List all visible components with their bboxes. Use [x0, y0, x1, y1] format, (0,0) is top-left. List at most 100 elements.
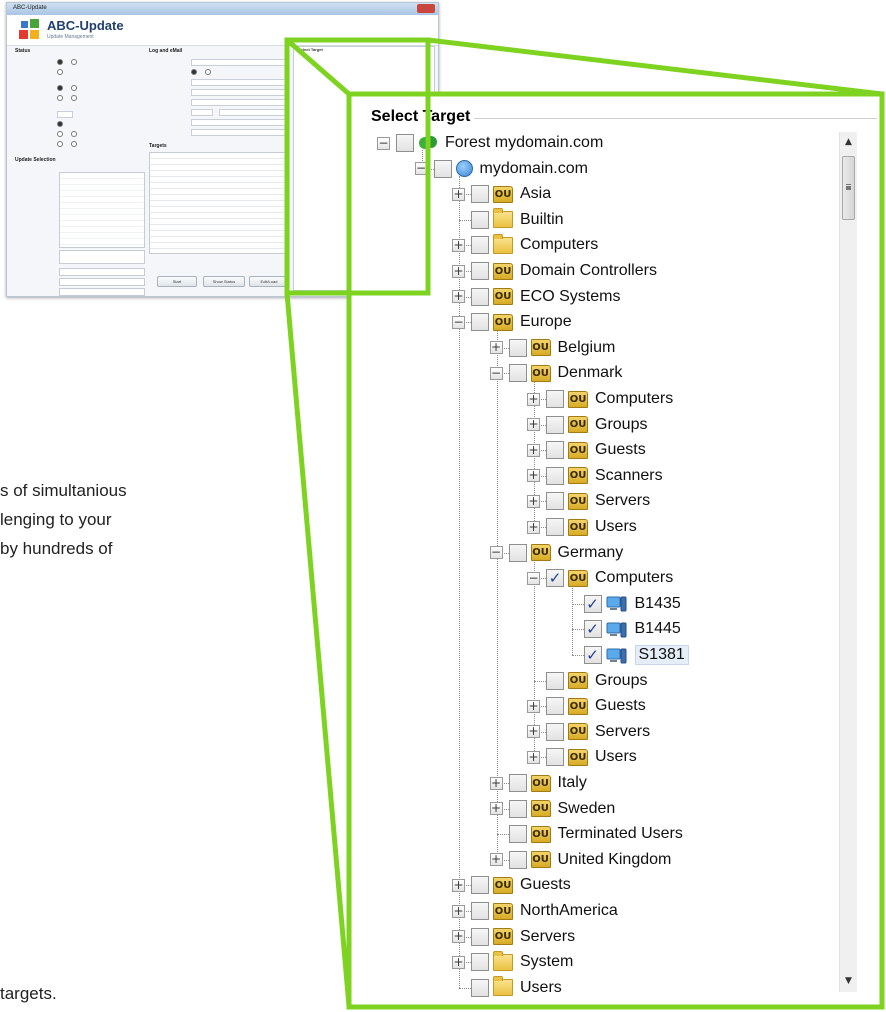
tree-node[interactable]: + OU Servers [527, 719, 650, 745]
expand-icon[interactable]: + [527, 494, 540, 508]
tree-node[interactable]: − Forest mydomain.com [377, 130, 603, 156]
tree-node-checkbox[interactable]: ✓ [546, 569, 564, 588]
expand-icon[interactable]: + [527, 418, 540, 432]
log-row[interactable] [149, 127, 289, 137]
tree-node-checkbox[interactable] [471, 978, 489, 997]
tree-scrollbar[interactable]: ▲ ▼ [839, 132, 857, 992]
expand-icon[interactable]: + [527, 392, 540, 406]
expand-icon[interactable]: + [527, 520, 540, 534]
collapse-icon[interactable]: − [414, 162, 428, 176]
expand-icon[interactable]: + [452, 878, 465, 892]
tree-node-checkbox[interactable] [471, 953, 489, 972]
tree-node[interactable]: − ✓ OU Computers [527, 565, 673, 591]
tree-node-checkbox[interactable] [508, 543, 527, 562]
categories-listbox[interactable] [59, 172, 145, 248]
tree-node[interactable]: OU Groups [527, 668, 647, 694]
tree-node[interactable]: Builtin [452, 207, 564, 233]
log-row[interactable] [149, 67, 289, 77]
tree-node[interactable]: + System [452, 949, 573, 975]
show-status-button[interactable]: Show Status [203, 276, 245, 287]
tree-node[interactable]: + OU Groups [527, 412, 647, 438]
expand-icon[interactable]: + [527, 725, 540, 739]
tree-node-checkbox[interactable] [471, 927, 489, 946]
tree-node-checkbox[interactable] [508, 774, 527, 792]
option-row[interactable] [15, 109, 145, 119]
tree-node-checkbox[interactable] [546, 697, 564, 716]
scroll-up-arrow-icon[interactable]: ▲ [840, 134, 857, 151]
tree-node-checkbox[interactable] [508, 338, 527, 357]
option-row[interactable] [15, 57, 145, 67]
tree-node-checkbox[interactable] [508, 799, 527, 818]
tree-node[interactable]: + OU Scanners [527, 463, 663, 489]
log-row[interactable] [149, 107, 289, 117]
option-row[interactable] [15, 139, 145, 149]
tree-node-checkbox[interactable] [471, 210, 489, 229]
expand-icon[interactable]: + [489, 853, 503, 867]
expand-icon[interactable]: + [452, 187, 465, 201]
tree-node[interactable]: − OU Europe [452, 309, 572, 335]
scroll-down-arrow-icon[interactable]: ▼ [840, 973, 857, 990]
expand-icon[interactable]: + [452, 264, 465, 278]
tree-node-checkbox[interactable] [508, 364, 527, 383]
log-row[interactable] [149, 87, 289, 97]
tree-node-checkbox[interactable] [433, 159, 452, 178]
expand-icon[interactable]: + [527, 750, 540, 764]
close-icon[interactable] [417, 4, 435, 13]
option-row[interactable] [15, 119, 145, 129]
option-row[interactable] [15, 129, 145, 139]
tree-node-checkbox[interactable] [508, 825, 527, 844]
target-tree[interactable]: − Forest mydomain.com − mydomain.com + OU Asia… [349, 94, 839, 1006]
tree-node-checkbox[interactable] [546, 466, 564, 485]
tree-node[interactable]: + OU United Kingdom [489, 847, 671, 873]
tree-node-checkbox[interactable] [471, 185, 489, 204]
tree-node-checkbox[interactable] [546, 415, 564, 434]
tree-node-checkbox[interactable] [471, 262, 489, 280]
expand-icon[interactable]: + [452, 238, 465, 252]
expand-icon[interactable]: + [489, 341, 503, 355]
option-row[interactable] [15, 83, 145, 93]
tree-node[interactable]: + OU Computers [527, 386, 673, 412]
tree-node-checkbox[interactable] [471, 876, 489, 895]
expand-icon[interactable]: + [527, 699, 540, 713]
expand-icon[interactable]: + [527, 469, 540, 483]
tree-node[interactable]: + OU Users [527, 744, 637, 770]
tree-node[interactable]: + OU Guests [527, 693, 646, 719]
expand-icon[interactable]: + [527, 443, 540, 457]
tree-node[interactable]: + OU Sweden [489, 796, 615, 822]
kb-field[interactable] [59, 268, 145, 276]
collapse-icon[interactable]: − [527, 571, 540, 585]
tree-node[interactable]: + OU Users [527, 514, 637, 540]
tree-node-checkbox[interactable] [546, 518, 564, 536]
update-class-listbox[interactable] [59, 250, 145, 264]
tree-node-checkbox[interactable] [546, 671, 564, 690]
log-row[interactable] [149, 117, 289, 127]
collapse-icon[interactable]: − [489, 546, 503, 560]
tree-node-checkbox[interactable] [546, 722, 564, 741]
tree-node-checkbox[interactable] [471, 902, 489, 920]
targets-grid[interactable] [149, 152, 289, 254]
tree-node[interactable]: + Computers [452, 232, 598, 258]
tree-node[interactable]: OU Terminated Users [490, 821, 683, 847]
tree-node-checkbox[interactable] [546, 492, 564, 511]
tree-node[interactable]: + OU Servers [452, 924, 575, 950]
tree-node-checkbox[interactable]: ✓ [583, 646, 602, 664]
tree-node-checkbox[interactable] [546, 441, 564, 460]
title-field[interactable] [59, 278, 145, 286]
option-row[interactable] [15, 93, 145, 103]
tree-node[interactable]: + OU Guests [527, 437, 646, 463]
tree-node[interactable]: + OU ECO Systems [452, 284, 620, 310]
tree-node[interactable]: ✓ S1381 [565, 642, 689, 668]
log-row[interactable] [149, 57, 289, 67]
expand-icon[interactable]: + [489, 776, 503, 790]
expand-icon[interactable]: + [452, 290, 465, 304]
collapse-icon[interactable]: − [489, 366, 503, 380]
tree-node[interactable]: ✓ B1435 [565, 591, 681, 617]
collapse-icon[interactable]: − [452, 315, 465, 329]
tree-node[interactable]: − mydomain.com [414, 156, 588, 182]
tree-node[interactable]: ✓ B1445 [565, 616, 681, 642]
tree-node-checkbox[interactable]: ✓ [583, 620, 602, 639]
tree-node[interactable]: + OU Domain Controllers [452, 258, 657, 284]
expand-icon[interactable]: + [452, 904, 465, 918]
tree-node-checkbox[interactable] [546, 390, 564, 408]
scroll-thumb[interactable] [842, 156, 855, 220]
